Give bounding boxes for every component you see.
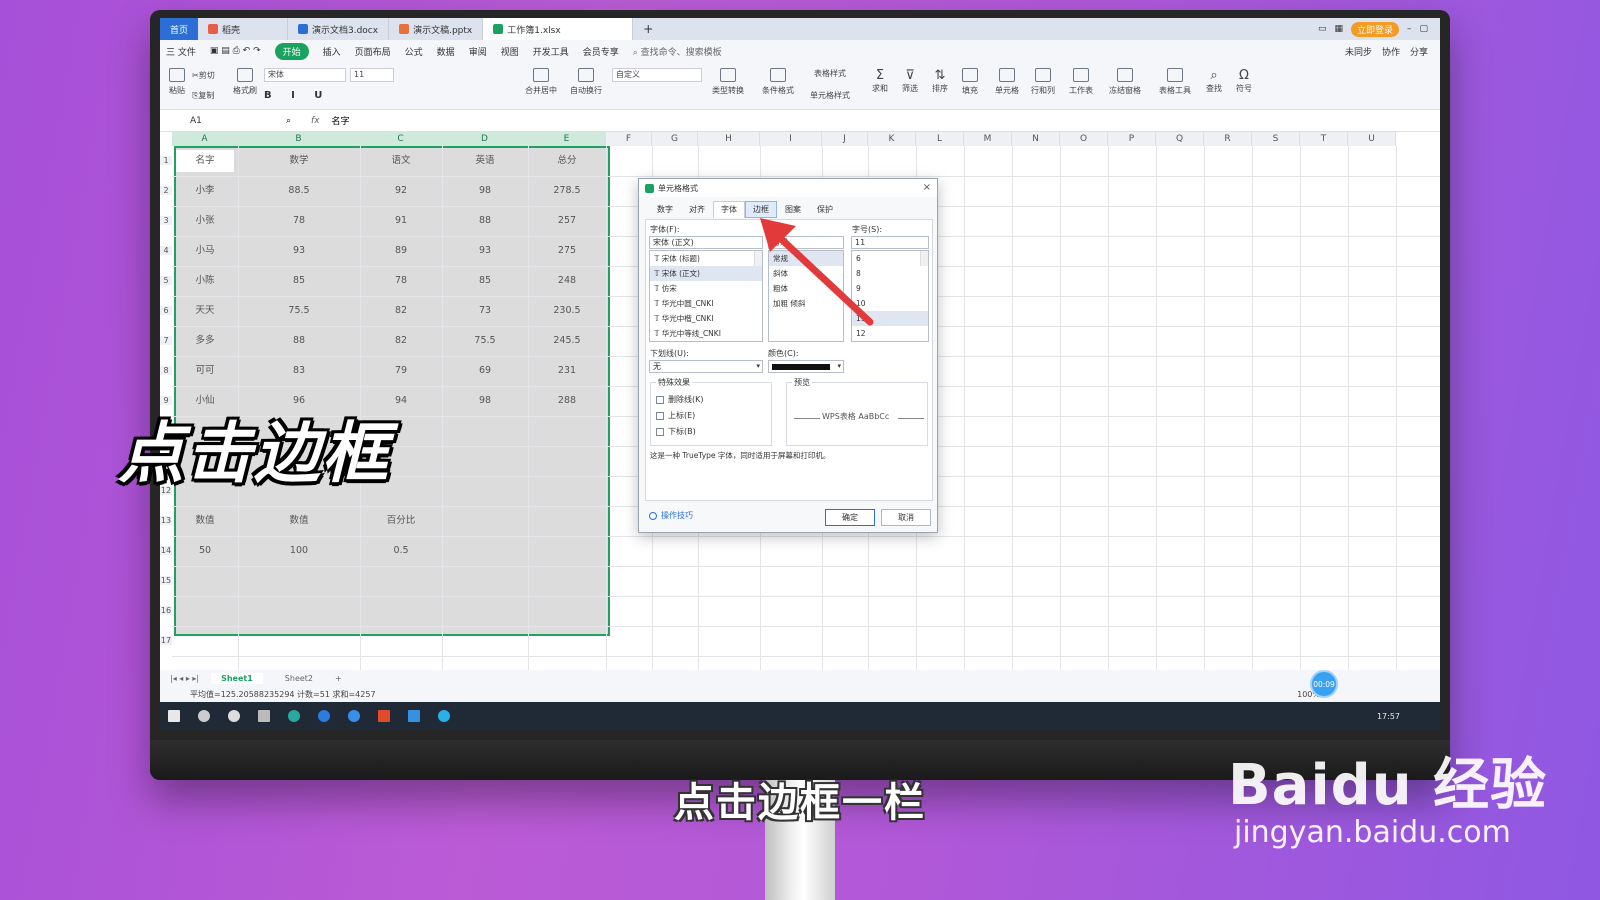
caption-overlay: 点击边框 — [118, 415, 390, 492]
baidu-logo: Baidu 经验 — [1228, 753, 1548, 818]
baidu-watermark: Baidu 经验 jingyan.baidu.com — [1228, 740, 1547, 850]
baidu-url: jingyan.baidu.com — [1234, 815, 1511, 850]
arrow-shaft — [774, 232, 874, 326]
